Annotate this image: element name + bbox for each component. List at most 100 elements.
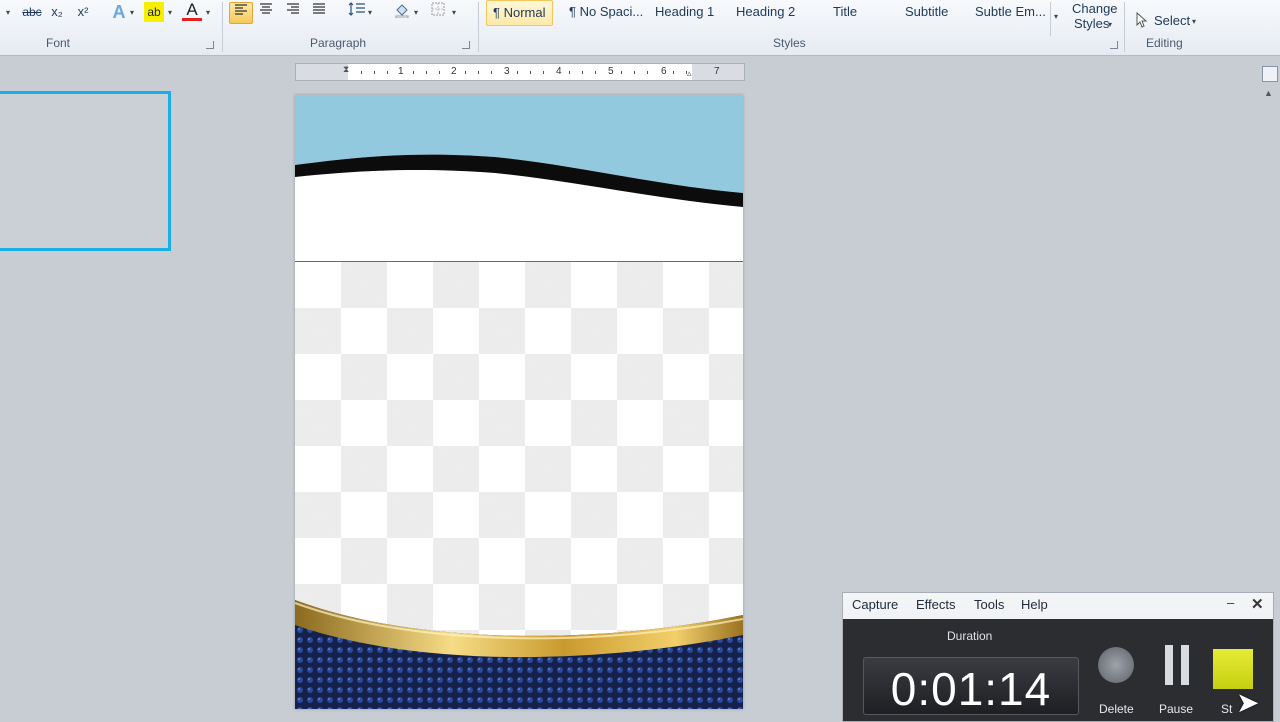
style-subtle-emphasis[interactable]: Subtle Em... — [975, 0, 1046, 24]
close-button[interactable]: ✕ — [1251, 595, 1264, 613]
align-left-icon — [235, 4, 247, 15]
highlight-button[interactable]: ab — [144, 2, 164, 22]
minimize-button[interactable]: – — [1227, 595, 1234, 610]
paragraph-dialog-launcher-icon[interactable] — [462, 41, 470, 49]
ribbon: ▾ abc x₂ x² A ▾ ab ▾ A ▾ Font ▾ ▾ ▾ Para… — [0, 0, 1280, 56]
ruler-tick — [621, 71, 622, 74]
pause-icon[interactable] — [1163, 645, 1193, 685]
line-spacing-icon — [348, 2, 365, 16]
header-wave-graphic — [295, 95, 743, 265]
style-no-spacing[interactable]: ¶ No Spaci... — [569, 0, 643, 24]
style-heading-2[interactable]: Heading 2 — [736, 0, 795, 24]
separator — [222, 2, 223, 52]
selected-shape[interactable] — [0, 91, 171, 251]
styles-dialog-launcher-icon[interactable] — [1110, 41, 1118, 49]
separator — [478, 2, 479, 52]
ruler-tick — [634, 71, 635, 74]
subscript-button[interactable]: x₂ — [48, 2, 66, 22]
recorder-window: Capture Effects Tools Help – ✕ Duration … — [842, 592, 1274, 722]
font-color-dropdown-icon[interactable]: ▾ — [206, 8, 210, 17]
ruler-tick — [673, 71, 674, 74]
ruler-tick — [686, 71, 687, 74]
text-effects-dropdown-icon[interactable]: ▾ — [130, 8, 134, 17]
font-dialog-launcher-icon[interactable] — [206, 41, 214, 49]
horizontal-ruler[interactable]: 1 2 3 4 5 6 7 ⧗ ▵ — [295, 63, 745, 81]
delete-icon[interactable] — [1098, 647, 1134, 683]
style-subtitle[interactable]: Subtitle — [905, 0, 948, 24]
superscript-button[interactable]: x² — [74, 2, 92, 22]
mouse-cursor-icon: ➤ — [1236, 687, 1260, 718]
select-button[interactable]: Select — [1154, 13, 1190, 28]
recorder-menu-bar: Capture Effects Tools Help – ✕ — [843, 593, 1273, 617]
borders-dropdown-icon[interactable]: ▾ — [452, 8, 456, 17]
ruler-tick — [426, 71, 427, 74]
indent-marker-icon[interactable]: ⧗ — [343, 64, 349, 75]
menu-capture[interactable]: Capture — [852, 597, 898, 612]
align-right-icon — [287, 3, 299, 14]
menu-help[interactable]: Help — [1021, 597, 1048, 612]
ruler-tick — [439, 71, 440, 74]
align-right-button[interactable] — [283, 2, 303, 22]
align-center-button[interactable] — [256, 2, 276, 22]
style-normal[interactable]: ¶ Normal — [486, 0, 553, 26]
pause-label[interactable]: Pause — [1159, 702, 1193, 716]
highlight-dropdown-icon[interactable]: ▾ — [168, 8, 172, 17]
font-color-button[interactable]: A — [182, 1, 202, 21]
style-title[interactable]: Title — [833, 0, 857, 24]
ruler-tick — [530, 71, 531, 74]
ruler-margin-left — [296, 64, 348, 80]
select-dropdown-icon[interactable]: ▾ — [1192, 17, 1196, 26]
editing-group-label: Editing — [1146, 36, 1183, 50]
styles-scroll[interactable]: ▾ — [1050, 2, 1065, 36]
text-effects-button[interactable]: A — [110, 2, 128, 22]
line-spacing-button[interactable] — [346, 2, 368, 22]
ruler-tick — [647, 71, 648, 74]
right-indent-marker-icon[interactable]: ▵ — [687, 68, 692, 79]
change-styles-label-1[interactable]: Change — [1072, 1, 1118, 16]
duration-label: Duration — [947, 629, 993, 643]
ruler-tick — [465, 71, 466, 74]
ruler-number: 7 — [714, 66, 720, 77]
ruler-tick — [361, 71, 362, 74]
ruler-tick — [595, 71, 596, 74]
recorder-panel: Duration 0:01:14 Delete Pause St — [843, 619, 1273, 721]
view-ruler-icon[interactable] — [1262, 66, 1278, 82]
font-group-label: Font — [46, 36, 71, 50]
change-styles-dropdown-icon[interactable]: ▾ — [1108, 20, 1112, 29]
paint-bucket-icon — [395, 4, 409, 19]
ruler-tick — [543, 71, 544, 74]
styles-group-label: Styles — [773, 36, 806, 50]
document-page[interactable] — [295, 95, 743, 709]
line-spacing-dropdown-icon[interactable]: ▾ — [368, 8, 372, 17]
ruler-number: 5 — [608, 66, 614, 77]
ruler-tick — [569, 71, 570, 74]
align-left-button[interactable] — [229, 2, 253, 24]
footer-graphic — [295, 600, 743, 709]
borders-button[interactable] — [429, 2, 447, 22]
menu-effects[interactable]: Effects — [916, 597, 956, 612]
ruler-number: 6 — [661, 66, 667, 77]
change-styles-label-2[interactable]: Styles — [1074, 16, 1109, 31]
delete-label[interactable]: Delete — [1099, 702, 1134, 716]
ruler-tick — [387, 71, 388, 74]
shading-button[interactable] — [392, 2, 412, 22]
scroll-up-icon[interactable]: ▲ — [1264, 88, 1273, 98]
menu-tools[interactable]: Tools — [974, 597, 1004, 612]
select-cursor-icon — [1136, 11, 1148, 33]
align-center-icon — [260, 3, 272, 14]
ruler-number: 1 — [398, 66, 404, 77]
stop-label[interactable]: St — [1221, 702, 1232, 716]
strikethrough-button[interactable]: abc — [20, 2, 44, 22]
justify-button[interactable] — [309, 2, 329, 22]
ruler-tick — [374, 71, 375, 74]
shading-dropdown-icon[interactable]: ▾ — [414, 8, 418, 17]
separator — [1124, 2, 1125, 52]
duration-value: 0:01:14 — [890, 663, 1052, 715]
font-size-dropdown-icon[interactable]: ▾ — [6, 8, 10, 17]
ruler-tick — [491, 71, 492, 74]
paragraph-group-label: Paragraph — [310, 36, 367, 50]
stop-icon[interactable] — [1213, 649, 1253, 689]
style-heading-1[interactable]: Heading 1 — [655, 0, 714, 24]
ruler-tick — [517, 71, 518, 74]
ruler-number: 4 — [556, 66, 562, 77]
